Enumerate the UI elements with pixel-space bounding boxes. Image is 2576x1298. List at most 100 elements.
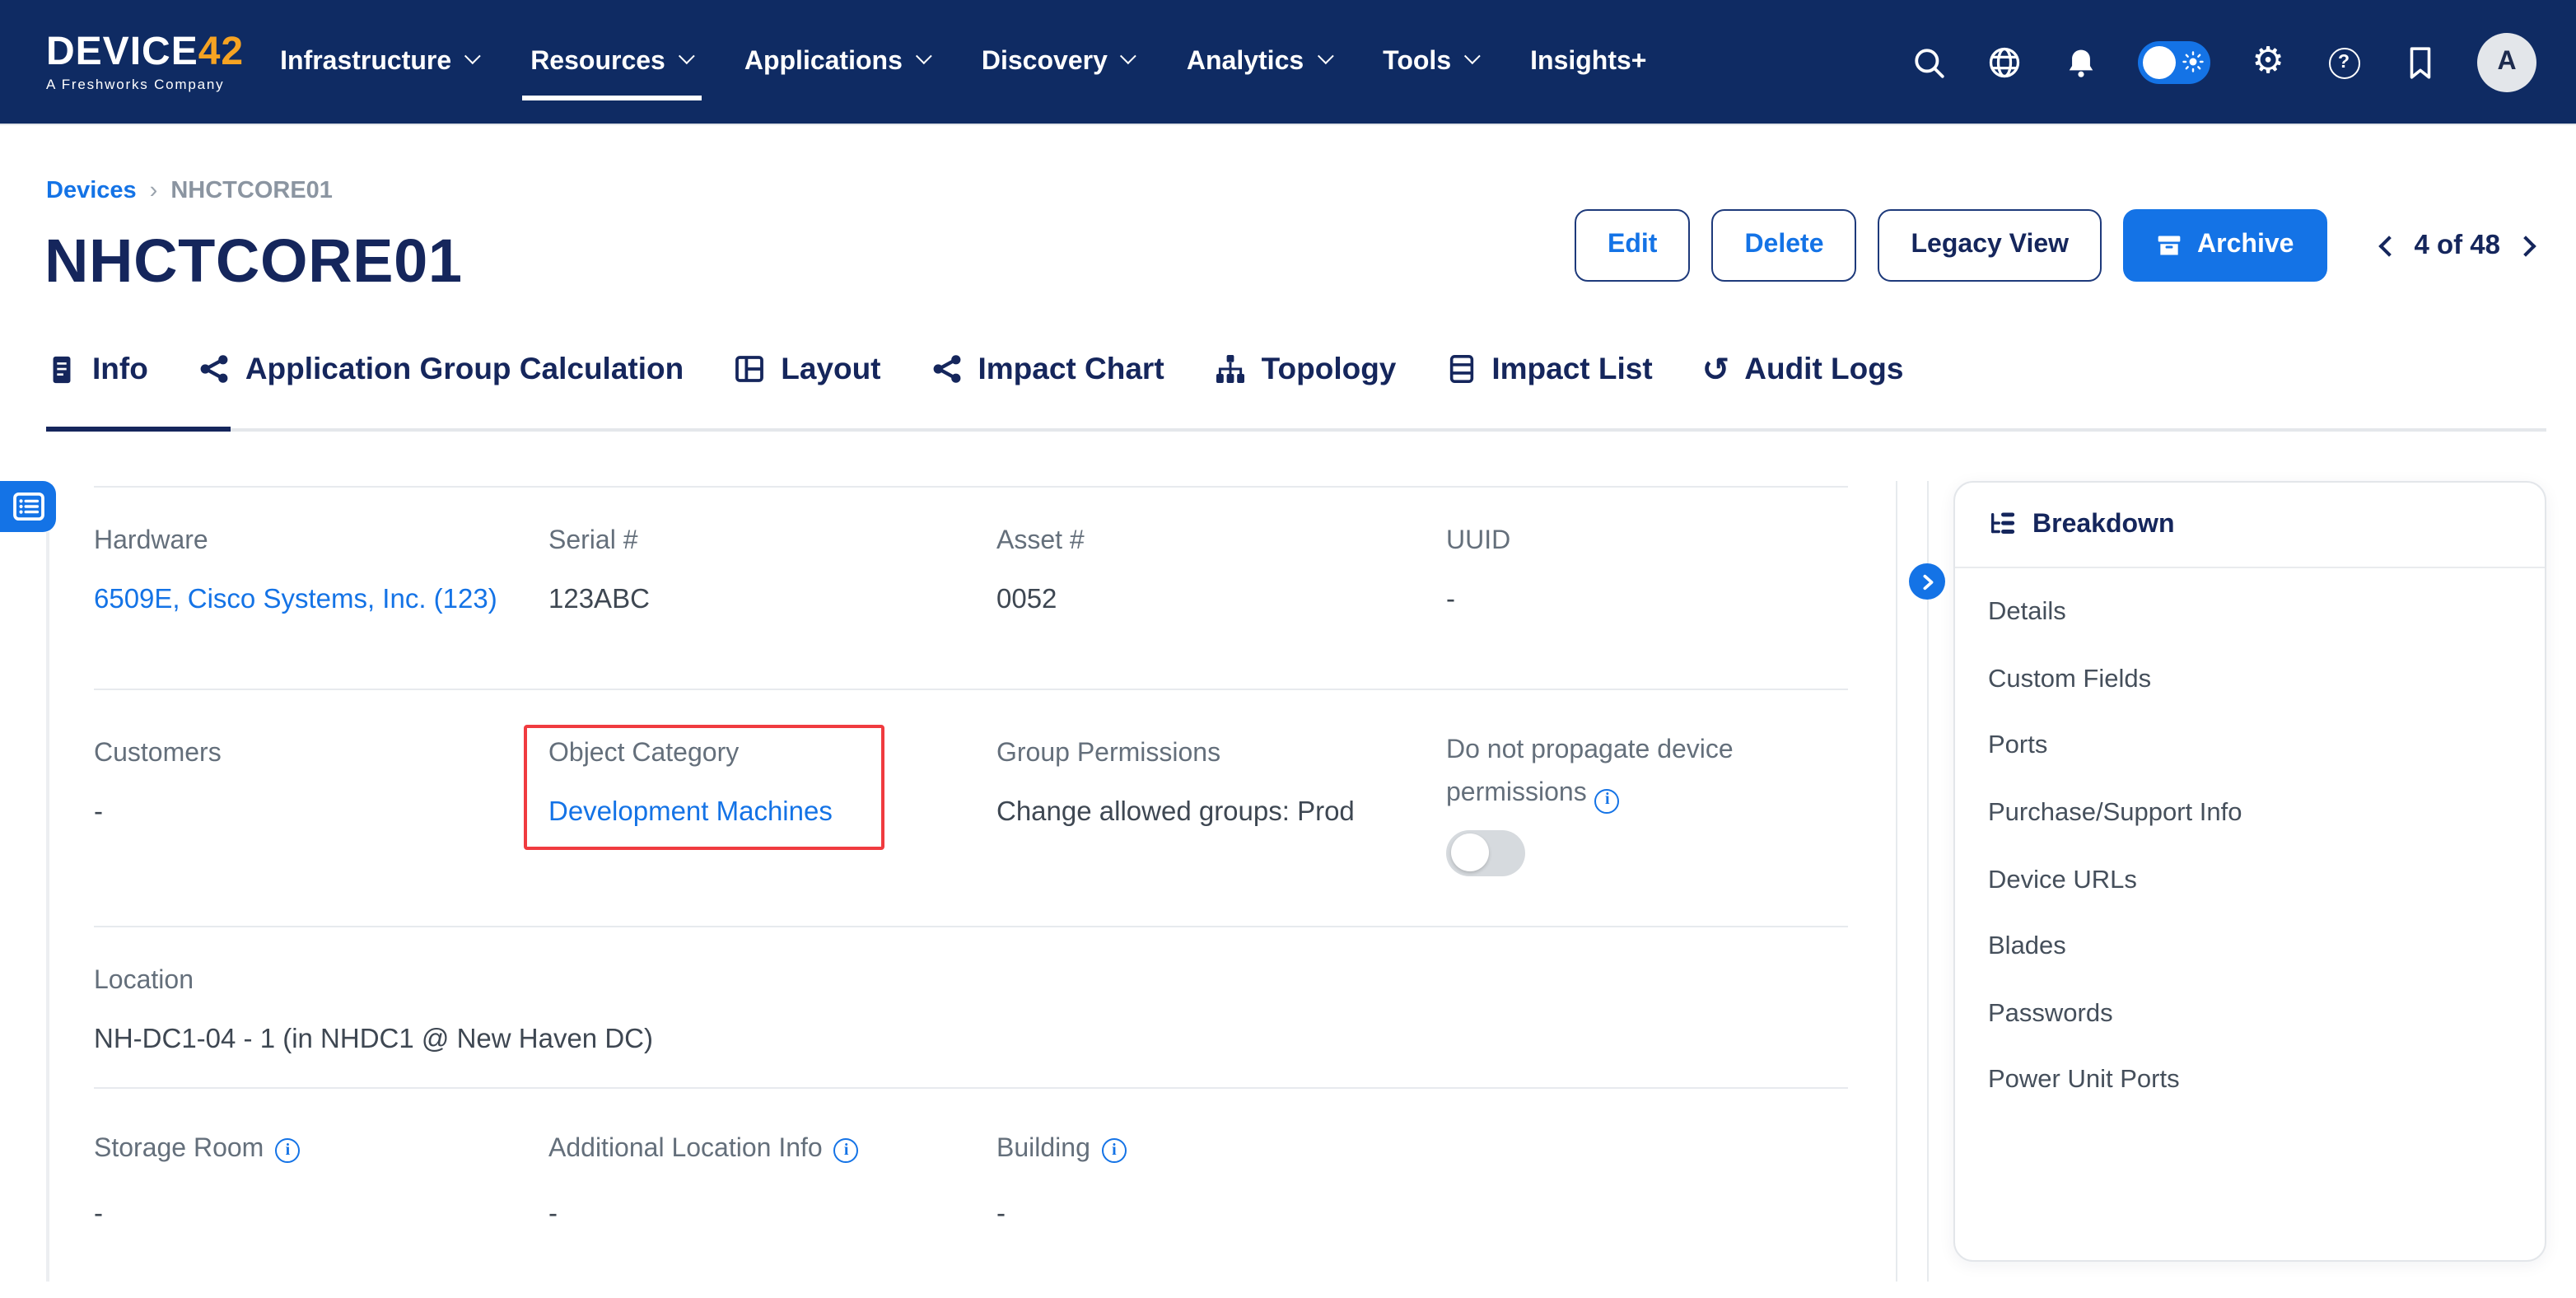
propagate-toggle[interactable] (1446, 830, 1525, 876)
breadcrumb-current: NHCTCORE01 (170, 178, 333, 204)
globe-icon[interactable] (1986, 44, 2023, 81)
breakdown-item-purchase-support[interactable]: Purchase/Support Info (1988, 781, 2545, 847)
row-divider (94, 486, 1848, 488)
prev-record-icon[interactable] (2378, 235, 2399, 255)
sitemap-icon (1214, 353, 1247, 385)
hardware-link[interactable]: 6509E, Cisco Systems, Inc. (123) (94, 580, 506, 621)
nav-item-analytics[interactable]: Analytics (1187, 0, 1328, 124)
next-record-icon[interactable] (2515, 235, 2536, 255)
row-divider (94, 1087, 1848, 1089)
tab-info[interactable]: Info (46, 351, 148, 387)
tab-layout[interactable]: Layout (733, 351, 880, 387)
nav-item-applications[interactable]: Applications (744, 0, 927, 124)
history-clock-icon: ↺ (1702, 353, 1730, 385)
field-value: NH-DC1-04 - 1 (in NHDC1 @ New Haven DC) (94, 1020, 1247, 1061)
nav-item-infrastructure[interactable]: Infrastructure (280, 0, 476, 124)
breakdown-header: Breakdown (1955, 483, 2545, 568)
gear-icon[interactable]: ⚙ (2250, 44, 2286, 81)
bell-icon[interactable] (2062, 44, 2098, 81)
field-hardware: Hardware 6509E, Cisco Systems, Inc. (123… (94, 527, 506, 621)
breakdown-item-blades[interactable]: Blades (1988, 914, 2545, 981)
chevron-down-icon (1121, 48, 1137, 64)
nav-item-resources[interactable]: Resources (530, 0, 690, 124)
chevron-down-icon (1317, 48, 1333, 64)
field-label: UUID (1446, 527, 1510, 557)
info-icon[interactable] (275, 1137, 300, 1162)
field-value: - (548, 1194, 859, 1235)
breakdown-item-details[interactable]: Details (1988, 580, 2545, 647)
field-additional-location: Additional Location Info - (548, 1135, 859, 1235)
tab-application-group-calculation[interactable]: Application Group Calculation (198, 351, 684, 387)
list-rows-icon (1445, 353, 1477, 385)
pagination-text: 4 of 48 (2414, 230, 2500, 261)
field-label: Storage Room (94, 1135, 300, 1165)
active-tab-underline (46, 426, 231, 432)
list-tree-icon (1988, 511, 2016, 539)
field-serial: Serial # 123ABC (548, 527, 650, 621)
object-category-link[interactable]: Development Machines (548, 792, 833, 833)
chevron-down-icon (916, 48, 932, 64)
edit-button[interactable]: Edit (1575, 209, 1690, 282)
tab-impact-chart[interactable]: Impact Chart (931, 351, 1164, 387)
page-title: NHCTCORE01 (44, 227, 463, 296)
field-storage-room: Storage Room - (94, 1135, 300, 1235)
info-icon[interactable] (834, 1137, 859, 1162)
field-label: Customers (94, 740, 222, 769)
document-icon (46, 352, 77, 386)
tab-topology[interactable]: Topology (1214, 351, 1397, 387)
expand-breakdown-button[interactable] (1909, 563, 1945, 600)
tab-audit-logs[interactable]: ↺ Audit Logs (1702, 351, 1904, 387)
side-panel-toggle[interactable] (0, 481, 56, 532)
nav-menu: Infrastructure Resources Applications Di… (280, 0, 1646, 124)
field-label: Location (94, 967, 1247, 997)
delete-button[interactable]: Delete (1711, 209, 1856, 282)
breakdown-item-ports[interactable]: Ports (1988, 713, 2545, 780)
brand-tagline: A Freshworks Company (46, 77, 244, 91)
tab-impact-list[interactable]: Impact List (1445, 351, 1652, 387)
field-customers: Customers - (94, 740, 222, 833)
brand-logo[interactable]: DEVICE42 A Freshworks Company (46, 33, 244, 91)
toggle-knob (2143, 46, 2176, 79)
field-label: Hardware (94, 527, 506, 557)
breakdown-list: Details Custom Fields Ports Purchase/Sup… (1955, 568, 2545, 1115)
field-group-permissions: Group Permissions Change allowed groups:… (996, 740, 1355, 833)
avatar[interactable]: A (2477, 33, 2536, 92)
field-value: - (94, 1194, 300, 1235)
field-object-category: Object Category Development Machines (548, 740, 833, 833)
info-icon[interactable] (1595, 788, 1620, 813)
search-icon[interactable] (1911, 44, 1947, 81)
field-label: Object Category (548, 740, 833, 769)
archive-button[interactable]: Archive (2123, 209, 2326, 282)
sun-icon (2182, 51, 2204, 81)
row-divider (94, 689, 1848, 690)
info-icon[interactable] (1102, 1137, 1127, 1162)
field-label: Serial # (548, 527, 650, 557)
breakdown-item-device-urls[interactable]: Device URLs (1988, 847, 2545, 914)
theme-toggle[interactable] (2138, 41, 2210, 84)
help-icon[interactable] (2326, 44, 2362, 81)
tabs-divider (46, 428, 2546, 431)
nav-item-tools[interactable]: Tools (1383, 0, 1476, 124)
field-label: Building (996, 1135, 1127, 1165)
field-value: Change allowed groups: Prod (996, 792, 1355, 833)
device-detail-page: DEVICE42 A Freshworks Company Infrastruc… (0, 0, 2576, 1298)
field-location: Location NH-DC1-04 - 1 (in NHDC1 @ New H… (94, 967, 1247, 1061)
action-bar: Edit Delete Legacy View Archive 4 of 48 (1575, 209, 2533, 282)
content-panel-divider (1896, 481, 1897, 1282)
toggle-knob (1450, 834, 1488, 872)
breakdown-item-passwords[interactable]: Passwords (1988, 981, 2545, 1048)
legacy-view-button[interactable]: Legacy View (1878, 209, 2102, 282)
field-label: Additional Location Info (548, 1135, 859, 1165)
nav-item-discovery[interactable]: Discovery (982, 0, 1132, 124)
bookmark-icon[interactable] (2401, 44, 2438, 81)
share-network-icon (198, 353, 231, 385)
nav-item-insights[interactable]: Insights+ (1530, 0, 1646, 124)
breadcrumb-devices-link[interactable]: Devices (46, 178, 137, 204)
breakdown-item-power-unit-ports[interactable]: Power Unit Ports (1988, 1048, 2545, 1114)
record-pagination: 4 of 48 (2381, 230, 2533, 261)
breakdown-title: Breakdown (2032, 510, 2175, 539)
field-value: 0052 (996, 580, 1085, 621)
breakdown-item-custom-fields[interactable]: Custom Fields (1988, 647, 2545, 713)
field-propagate-permissions: Do not propagate device permissions (1446, 730, 1833, 876)
brand-name: DEVICE42 (46, 33, 244, 72)
